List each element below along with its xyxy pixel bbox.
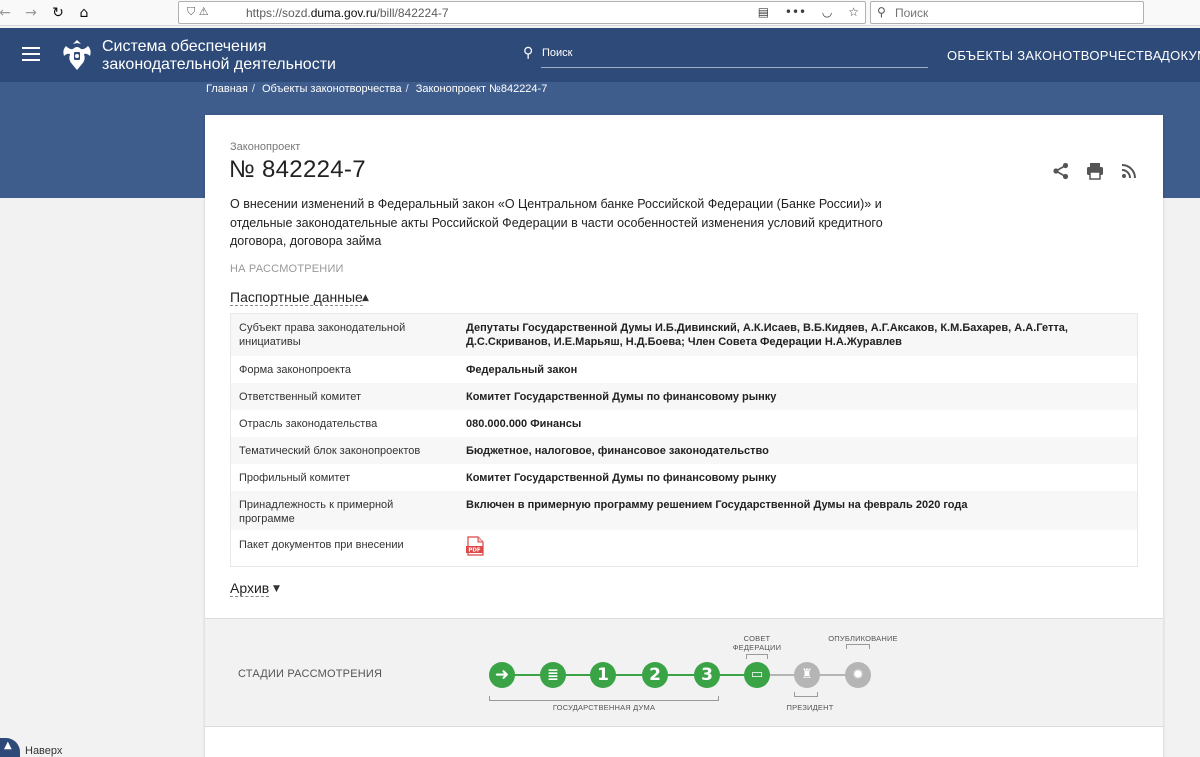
chevron-up-icon: ▲ — [4, 740, 12, 751]
breadcrumb-current: Законопроект №842224-7 — [415, 83, 548, 95]
stages-label: СТАДИИ РАССМОТРЕНИЯ — [238, 668, 383, 680]
bill-title: О внесении изменений в Федеральный закон… — [230, 197, 883, 248]
rss-icon[interactable] — [1119, 161, 1139, 181]
stage-caption-duma: ГОСУДАРСТВЕННАЯ ДУМА — [552, 703, 656, 712]
browser-toolbar: ← → ↻ ⌂ ⛉ ⚠ https://sozd.duma.gov.ru/bil… — [0, 0, 1200, 26]
stage-preliminary[interactable]: ≣ — [540, 662, 566, 688]
home-icon[interactable]: ⌂ — [75, 4, 93, 22]
stage-caption-published: ОПУБЛИКОВАНИЕ — [828, 634, 898, 643]
stage-caption-federation-2: ФЕДЕРАЦИИ — [732, 643, 782, 652]
table-row: Форма законопроекта Федеральный закон — [231, 356, 1137, 383]
page-title: № 842224-7 — [229, 156, 366, 183]
share-icon[interactable] — [1051, 161, 1071, 181]
stages-panel: СТАДИИ РАССМОТРЕНИЯ ➜ ≣ 1 2 3 ▭ ♜ ✹ ГОСУ… — [205, 618, 1163, 727]
stage-federation-council[interactable]: ▭ — [744, 662, 770, 688]
archive-toggle[interactable]: Архив — [230, 580, 270, 597]
site-search-input[interactable]: Поиск — [541, 42, 928, 68]
table-row: Ответственный комитет Комитет Государств… — [231, 383, 1137, 410]
stage-publication[interactable]: ✹ — [845, 662, 871, 688]
federation-bracket — [746, 654, 768, 659]
caret-up-icon[interactable]: ▲ — [362, 293, 369, 303]
stage-introduced[interactable]: ➜ — [489, 662, 515, 688]
site-brand[interactable]: Система обеспечения законодательной деят… — [102, 38, 336, 74]
passport-toggle[interactable]: Паспортные данные — [230, 289, 363, 306]
bookmark-star-icon[interactable]: ☆ — [848, 5, 859, 19]
table-row: Пакет документов при внесении PDF — [231, 530, 1137, 566]
browser-search-input[interactable]: ⚲ Поиск — [870, 1, 1144, 24]
breadcrumb-objects[interactable]: Объекты законотворчества — [262, 83, 402, 95]
print-icon[interactable] — [1085, 161, 1105, 181]
reader-view-icon[interactable]: ▤ — [758, 5, 769, 19]
svg-text:PDF: PDF — [468, 548, 481, 554]
address-bar[interactable]: ⛉ ⚠ https://sozd.duma.gov.ru/bill/842224… — [178, 1, 866, 24]
forward-arrow-icon[interactable]: → — [22, 4, 40, 22]
nav-bills-link[interactable]: ОБЪЕКТЫ ЗАКОНОТВОРЧЕСТВА — [947, 48, 1162, 63]
caret-down-icon[interactable]: ▼ — [273, 584, 280, 594]
tracking-shield-icon[interactable]: ⛉ ⚠ — [187, 5, 209, 19]
stage-caption-federation-1: СОВЕТ — [743, 634, 771, 643]
passport-table: Субъект права законодательной инициативы… — [230, 313, 1138, 567]
menu-icon[interactable] — [22, 47, 40, 61]
published-bracket — [846, 644, 870, 649]
url-text[interactable]: https://sozd.duma.gov.ru/bill/842224-7 — [246, 6, 449, 20]
table-row: Принадлежность к примерной программе Вкл… — [231, 491, 1137, 530]
president-bracket — [794, 692, 818, 697]
table-row: Профильный комитет Комитет Государственн… — [231, 464, 1137, 491]
pocket-icon[interactable]: ◡ — [822, 5, 832, 19]
table-row: Отрасль законодательства 080.000.000 Фин… — [231, 410, 1137, 437]
doc-type-label: Законопроект — [230, 141, 301, 153]
back-arrow-icon[interactable]: ← — [0, 4, 14, 22]
table-row: Субъект права законодательной инициативы… — [231, 314, 1137, 356]
search-icon[interactable]: ⚲ — [523, 45, 533, 61]
search-icon: ⚲ — [877, 5, 886, 19]
scroll-top-label[interactable]: Наверх — [25, 745, 62, 757]
stage-reading-3[interactable]: 3 — [694, 662, 720, 688]
page-actions-icon[interactable]: ••• — [785, 5, 806, 19]
coat-of-arms-icon[interactable] — [60, 36, 94, 74]
stage-president[interactable]: ♜ — [794, 662, 820, 688]
duma-bracket — [489, 696, 719, 701]
breadcrumb: Главная / Объекты законотворчества / Закон… — [206, 83, 548, 95]
breadcrumb-home[interactable]: Главная — [206, 83, 248, 95]
stage-caption-president: ПРЕЗИДЕНТ — [786, 703, 834, 712]
site-header: Система обеспечения законодательной деят… — [0, 28, 1200, 82]
table-row: Тематический блок законопроектов Бюджетн… — [231, 437, 1137, 464]
reload-icon[interactable]: ↻ — [49, 4, 67, 22]
stage-reading-2[interactable]: 2 — [642, 662, 668, 688]
stage-reading-1[interactable]: 1 — [590, 662, 616, 688]
scroll-top-button[interactable]: ▲ — [0, 738, 20, 757]
nav-documents-link[interactable]: ДОКУМ — [1161, 48, 1200, 63]
status-badge: НА РАССМОТРЕНИИ — [230, 263, 344, 275]
pdf-file-icon[interactable]: PDF — [466, 536, 485, 556]
